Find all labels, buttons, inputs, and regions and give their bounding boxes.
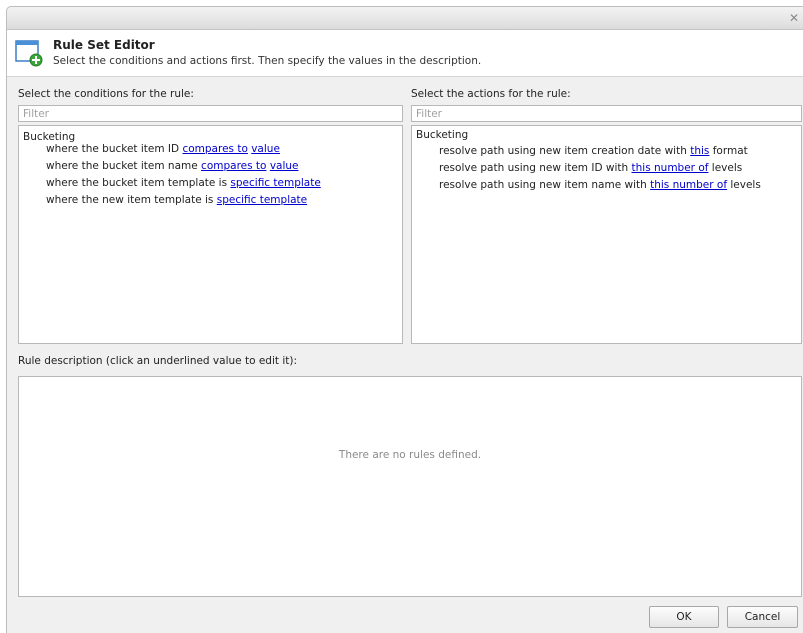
- compares-to-link[interactable]: compares to: [182, 143, 247, 155]
- rule-set-editor-dialog: ✕ Rule Set Editor Select the conditions …: [6, 6, 803, 633]
- action-item-new-item-id[interactable]: resolve path using new item ID with this…: [439, 162, 742, 174]
- action-item-creation-date[interactable]: resolve path using new item creation dat…: [439, 145, 748, 157]
- actions-group-bucketing: Bucketing: [416, 129, 469, 141]
- conditions-label: Select the conditions for the rule:: [18, 88, 194, 100]
- no-rules-message: There are no rules defined.: [338, 449, 482, 461]
- condition-item-new-item-template[interactable]: where the new item template is specific …: [46, 194, 307, 206]
- rule-description-box[interactable]: There are no rules defined.: [18, 376, 802, 597]
- dialog-subtitle: Select the conditions and actions first.…: [53, 55, 482, 67]
- dialog-titlebar[interactable]: ✕: [7, 7, 803, 30]
- condition-item-bucket-item-name[interactable]: where the bucket item name compares to v…: [46, 160, 299, 172]
- dialog-header: Rule Set Editor Select the conditions an…: [7, 30, 803, 77]
- cancel-button[interactable]: Cancel: [727, 606, 798, 628]
- specific-template-link[interactable]: specific template: [230, 177, 320, 189]
- close-icon[interactable]: ✕: [787, 11, 801, 25]
- condition-item-bucket-item-id[interactable]: where the bucket item ID compares to val…: [46, 143, 280, 155]
- rule-description-label: Rule description (click an underlined va…: [18, 355, 297, 367]
- this-number-of-link[interactable]: this number of: [650, 179, 727, 191]
- value-link[interactable]: value: [251, 143, 280, 155]
- compares-to-link[interactable]: compares to: [201, 160, 266, 172]
- dialog-title: Rule Set Editor: [53, 38, 155, 52]
- value-link[interactable]: value: [270, 160, 299, 172]
- actions-label: Select the actions for the rule:: [411, 88, 571, 100]
- this-number-of-link[interactable]: this number of: [632, 162, 709, 174]
- conditions-group-bucketing: Bucketing: [23, 131, 76, 143]
- this-link[interactable]: this: [690, 145, 709, 157]
- actions-filter-input[interactable]: [411, 105, 802, 122]
- ok-button[interactable]: OK: [649, 606, 719, 628]
- rule-set-editor-icon: [15, 39, 43, 67]
- actions-list[interactable]: Bucketing resolve path using new item cr…: [411, 125, 802, 344]
- conditions-filter-input[interactable]: [18, 105, 403, 122]
- specific-template-link[interactable]: specific template: [217, 194, 307, 206]
- action-item-new-item-name[interactable]: resolve path using new item name with th…: [439, 179, 761, 191]
- conditions-list[interactable]: Bucketing where the bucket item ID compa…: [18, 125, 403, 344]
- condition-item-bucket-item-template[interactable]: where the bucket item template is specif…: [46, 177, 321, 189]
